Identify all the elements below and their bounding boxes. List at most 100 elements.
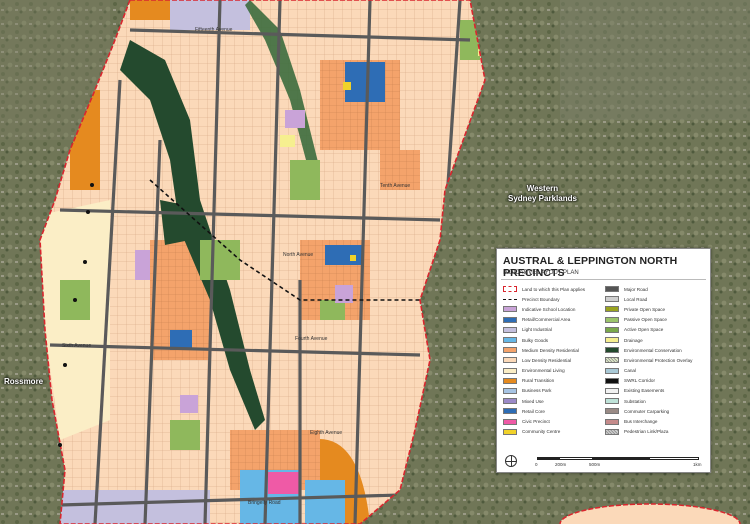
legend-swatch	[605, 337, 619, 344]
legend-item: Environmental Living	[503, 366, 603, 376]
legend-swatch	[605, 398, 619, 405]
legend-label: Light Industrial	[522, 327, 552, 333]
legend-item: Business Park	[503, 386, 603, 396]
legend-swatch	[605, 377, 619, 384]
legend-label: Low Density Residential	[522, 357, 572, 363]
scale-bar: 0 200m 500m 1km	[505, 454, 705, 468]
legend-swatch	[605, 326, 619, 333]
legend-item: Light Industrial	[503, 325, 603, 335]
legend-item: Medium Density Residential	[503, 345, 603, 355]
street-tenth-avenue: Tenth Avenue	[380, 183, 411, 189]
legend-swatch	[503, 428, 517, 435]
legend-item: Community Centre	[503, 427, 603, 437]
street-eighth-avenue: Eighth Avenue	[310, 430, 343, 436]
legend-swatch	[503, 337, 517, 344]
legend-swatch	[605, 418, 619, 425]
legend-item: Indicative School Location	[503, 304, 603, 314]
legend-label: Canal	[624, 368, 637, 374]
legend-swatch	[605, 387, 619, 394]
legend-swatch	[605, 296, 619, 303]
legend-item: Civic Precinct	[503, 416, 603, 426]
legend-item: Bulky Goods	[503, 335, 603, 345]
legend-swatch	[503, 298, 517, 300]
map-legend: AUSTRAL & LEPPINGTON NORTH PRECINCTS IND…	[496, 248, 711, 473]
legend-label: Pedestrian Link/Plaza	[624, 429, 669, 435]
scale-tick: 0	[535, 462, 538, 467]
legend-label: Bulky Goods	[522, 337, 549, 343]
legend-label: Rural Transition	[522, 378, 555, 384]
legend-item: Environmental Protection Overlay	[605, 355, 705, 365]
legend-label: Medium Density Residential	[522, 347, 579, 353]
legend-label: Retail/Commercial Area	[522, 317, 571, 323]
legend-item: Retail Core	[503, 406, 603, 416]
legend-divider	[501, 279, 706, 280]
legend-item: Rural Transition	[503, 376, 603, 386]
legend-swatch	[605, 408, 619, 415]
legend-subtitle: INDICATIVE LAYOUT PLAN	[503, 270, 579, 276]
legend-label: Retail Core	[522, 408, 545, 414]
legend-item: Local Road	[605, 294, 705, 304]
legend-label: Private Open Space	[624, 306, 666, 312]
legend-label: Major Road	[624, 286, 648, 292]
legend-swatch	[503, 316, 517, 323]
street-sixth-avenue: Sixth Avenue	[62, 343, 92, 349]
legend-label: Substation	[624, 398, 646, 404]
legend-label: Drainage	[624, 337, 643, 343]
legend-label: Local Road	[624, 296, 648, 302]
scale-tick: 200m	[555, 462, 567, 467]
legend-swatch	[503, 367, 517, 374]
western-sydney-parklands-label: Western Sydney Parklands	[508, 184, 577, 203]
legend-left-column: Land to which this Plan applies Precinct …	[503, 284, 603, 437]
legend-swatch	[605, 428, 619, 435]
legend-swatch	[503, 387, 517, 394]
open-space	[200, 240, 240, 280]
legend-label: Civic Precinct	[522, 419, 550, 425]
legend-label: Active Open Space	[624, 327, 664, 333]
legend-item: Land to which this Plan applies	[503, 284, 603, 294]
legend-label: Community Centre	[522, 429, 561, 435]
legend-swatch	[605, 286, 619, 293]
legend-swatch	[503, 326, 517, 333]
scale-tick: 500m	[589, 462, 601, 467]
light-industrial	[170, 0, 250, 30]
map-figure: Western Sydney Parklands Rossmore Fiftee…	[0, 0, 750, 524]
legend-label: Existing Easements	[624, 388, 665, 394]
legend-label: Environmental Living	[522, 368, 565, 374]
legend-item: Mixed Use	[503, 396, 603, 406]
legend-label: Passive Open Space	[624, 317, 667, 323]
legend-swatch	[503, 347, 517, 354]
legend-label: Mixed Use	[522, 398, 544, 404]
legend-swatch	[605, 357, 619, 364]
legend-swatch	[605, 306, 619, 313]
legend-label: Business Park	[522, 388, 552, 394]
legend-label: Precinct Boundary	[522, 296, 560, 302]
community-centre	[343, 82, 351, 90]
legend-swatch	[503, 286, 517, 293]
legend-item: Precinct Boundary	[503, 294, 603, 304]
legend-item: Drainage	[605, 335, 705, 345]
legend-swatch	[605, 367, 619, 374]
legend-item: Environmental Conservation	[605, 345, 705, 355]
legend-swatch	[503, 418, 517, 425]
legend-label: Indicative School Location	[522, 306, 576, 312]
rossmore-label: Rossmore	[4, 377, 44, 386]
legend-item: SWRL Corridor	[605, 376, 705, 386]
legend-item: Pedestrian Link/Plaza	[605, 427, 705, 437]
legend-item: Commuter Carparking	[605, 406, 705, 416]
legend-item: Retail/Commercial Area	[503, 315, 603, 325]
civic-precinct	[268, 472, 300, 494]
legend-item: Substation	[605, 396, 705, 406]
legend-item: Bus Interchange	[605, 416, 705, 426]
legend-item: Canal	[605, 366, 705, 376]
legend-swatch	[605, 347, 619, 354]
legend-item: Low Density Residential	[503, 355, 603, 365]
school-location	[285, 110, 305, 128]
legend-item: Active Open Space	[605, 325, 705, 335]
legend-label: Environmental Conservation	[624, 347, 682, 353]
legend-swatch	[503, 398, 517, 405]
legend-item: Existing Easements	[605, 386, 705, 396]
legend-label: SWRL Corridor	[624, 378, 655, 384]
legend-swatch	[503, 306, 517, 313]
scale-tick: 1km	[693, 462, 702, 467]
street-fourth-avenue: Fourth Avenue	[295, 336, 328, 342]
